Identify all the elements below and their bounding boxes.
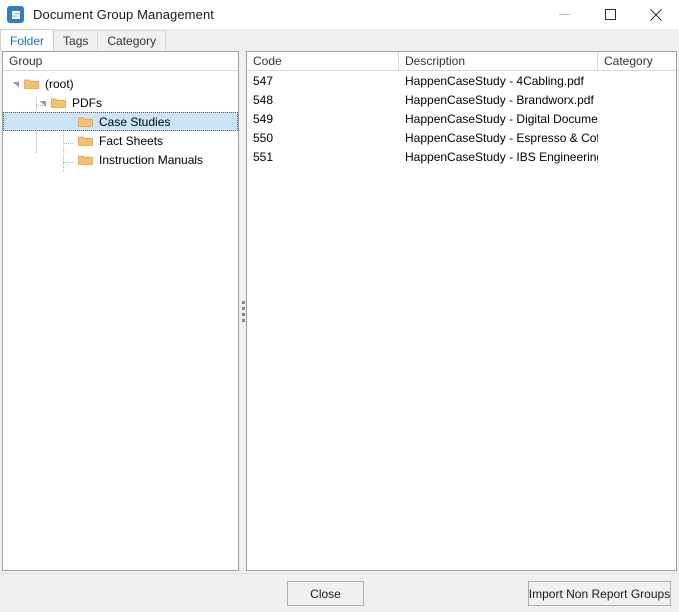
title-bar: Document Group Management: [0, 0, 679, 29]
folder-icon: [50, 93, 67, 112]
tree-item-root[interactable]: (root): [3, 74, 238, 93]
document-group-management-window: Document Group Management Folder Tags Ca…: [0, 0, 679, 612]
document-list-pane: Code Description Category 547 HappenCase…: [246, 51, 677, 571]
app-icon: [7, 6, 24, 23]
folder-icon: [23, 74, 40, 93]
tab-tags[interactable]: Tags: [53, 30, 99, 51]
folder-icon: [77, 112, 94, 131]
column-header-code[interactable]: Code: [247, 52, 399, 70]
cell-code: 547: [253, 73, 274, 88]
column-header-description[interactable]: Description: [399, 52, 598, 70]
group-column-header: Group: [3, 52, 238, 71]
tree-item-case-studies[interactable]: Case Studies: [3, 112, 238, 131]
cell-description: HappenCaseStudy - 4Cabling.pdf: [405, 73, 584, 88]
maximize-icon[interactable]: [587, 0, 633, 29]
table-row[interactable]: 549 HappenCaseStudy - Digital Document S…: [247, 109, 676, 128]
tree-item-pdfs[interactable]: PDFs: [3, 93, 238, 112]
cell-code: 551: [253, 149, 274, 164]
close-button[interactable]: Close: [287, 581, 364, 606]
tree-item-label: (root): [45, 76, 74, 91]
tab-folder[interactable]: Folder: [0, 29, 55, 51]
cell-description: HappenCaseStudy - IBS Engineering.pdf: [405, 149, 598, 164]
minimize-icon[interactable]: [541, 0, 587, 29]
tree-item-label: Fact Sheets: [99, 133, 164, 148]
import-non-report-groups-button[interactable]: Import Non Report Groups: [528, 581, 671, 606]
table-row[interactable]: 548 HappenCaseStudy - Brandworx.pdf: [247, 90, 676, 109]
chevron-expanded-icon[interactable]: [9, 74, 23, 93]
cell-code: 549: [253, 111, 274, 126]
cell-description: HappenCaseStudy - Espresso & Coffee S: [405, 130, 598, 145]
window-controls: [541, 0, 679, 29]
tree-item-label: PDFs: [72, 95, 102, 110]
column-header-group[interactable]: Group: [3, 52, 238, 70]
tree-item-instruction-manuals[interactable]: Instruction Manuals: [3, 150, 238, 169]
document-list: 547 HappenCaseStudy - 4Cabling.pdf 548 H…: [247, 71, 676, 166]
document-list-header: Code Description Category: [247, 52, 676, 71]
splitter-grip: [241, 300, 245, 322]
table-row[interactable]: 550 HappenCaseStudy - Espresso & Coffee …: [247, 128, 676, 147]
tree-item-fact-sheets[interactable]: Fact Sheets: [3, 131, 238, 150]
folder-icon: [77, 150, 94, 169]
tab-category[interactable]: Category: [97, 30, 167, 51]
cell-description: HappenCaseStudy - Brandworx.pdf: [405, 92, 594, 107]
folder-icon: [77, 131, 94, 150]
tree-item-label: Case Studies: [99, 114, 171, 129]
close-icon[interactable]: [633, 0, 679, 29]
tab-strip: Folder Tags Category: [0, 29, 679, 51]
group-tree-pane: Group (root) PDFs Case Studies Fact Shee…: [2, 51, 239, 571]
tree-item-label: Instruction Manuals: [99, 152, 204, 167]
cell-code: 550: [253, 130, 274, 145]
cell-description: HappenCaseStudy - Digital Document So: [405, 111, 598, 126]
table-row[interactable]: 551 HappenCaseStudy - IBS Engineering.pd…: [247, 147, 676, 166]
chevron-expanded-icon[interactable]: [36, 93, 50, 112]
cell-code: 548: [253, 92, 274, 107]
table-row[interactable]: 547 HappenCaseStudy - 4Cabling.pdf: [247, 71, 676, 90]
window-title: Document Group Management: [33, 7, 214, 22]
column-header-category[interactable]: Category: [598, 52, 676, 70]
group-tree: (root) PDFs Case Studies Fact Sheets Ins…: [3, 71, 238, 172]
